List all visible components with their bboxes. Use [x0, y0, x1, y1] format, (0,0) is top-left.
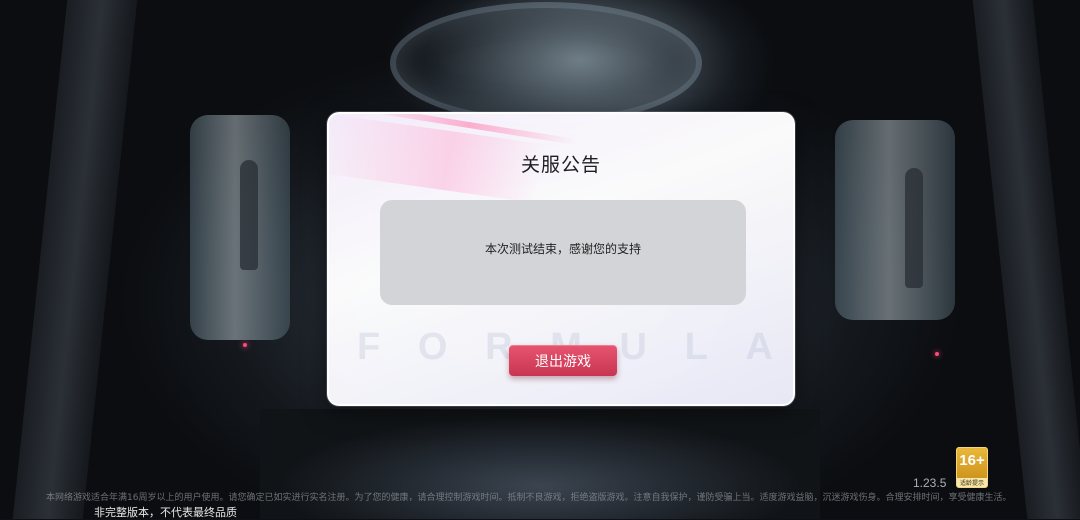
server-closure-dialog: 关服公告 本次测试结束，感谢您的支持 F O R M U L A 退出游戏	[327, 112, 795, 406]
watermark-letter: U	[619, 326, 647, 368]
right-capsule	[835, 120, 955, 320]
incomplete-version-notice: 非完整版本，不代表最终品质	[94, 506, 237, 519]
ceiling-ring	[390, 2, 702, 124]
watermark-letter: O	[417, 326, 448, 368]
version-number: 1.23.5	[913, 476, 947, 490]
left-indicator-light	[243, 343, 247, 347]
left-capsule-figure	[240, 160, 258, 270]
watermark-letter: F	[357, 326, 381, 368]
right-capsule-figure	[905, 168, 923, 288]
watermark-letter: L	[684, 326, 708, 368]
age-rating-number: 16+	[959, 452, 985, 469]
health-notice-text: 本网络游戏适合年满16周岁以上的用户使用。请您确定已如实进行实名注册。为了您的健…	[46, 493, 1012, 503]
right-indicator-light	[935, 352, 939, 356]
exit-game-button[interactable]: 退出游戏	[509, 345, 617, 376]
dialog-title: 关服公告	[520, 154, 601, 176]
left-pillar	[12, 0, 138, 519]
message-text: 本次测试结束，感谢您的支持	[484, 242, 641, 256]
message-box: 本次测试结束，感谢您的支持	[380, 200, 746, 305]
age-rating-badge[interactable]: 16+ 适龄提示	[956, 447, 988, 488]
watermark-letter: A	[745, 326, 773, 368]
right-pillar	[972, 0, 1080, 519]
age-rating-label: 适龄提示	[957, 478, 987, 487]
